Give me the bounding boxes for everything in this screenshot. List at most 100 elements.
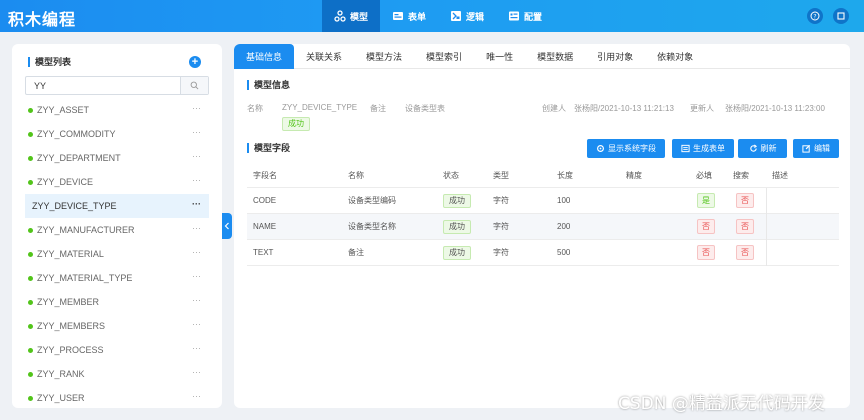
list-item[interactable]: ZYY_USER ··· [25,386,209,408]
fullscreen-icon [837,12,845,20]
logic-icon [451,11,462,21]
tab-indexes[interactable]: 模型索引 [414,44,474,69]
updater-label: 更新人 [690,104,714,113]
list-item[interactable]: ZYY_MANUFACTURER ··· [25,218,209,242]
fullscreen-button[interactable] [833,8,849,24]
more-icon[interactable]: ··· [192,344,201,353]
nav-config[interactable]: 配置 [496,0,554,32]
tab-dependencies[interactable]: 依赖对象 [645,44,705,69]
plus-icon: + [191,56,199,68]
more-icon[interactable]: ··· [192,368,201,377]
search-button[interactable] [180,77,208,94]
refresh-label: 刷新 [760,144,777,153]
more-icon[interactable]: ··· [192,296,201,305]
tab-relations[interactable]: 关联关系 [294,44,354,69]
add-model-button[interactable]: + [189,56,201,68]
cell-field: NAME [253,222,277,231]
list-item[interactable]: ZYY_COMMODITY ··· [25,122,209,146]
cell-name: 设备类型编码 [348,196,396,205]
cell-status: 成功 [443,219,471,234]
list-item[interactable]: ZYY_DEPARTMENT ··· [25,146,209,170]
status-dot [28,107,33,113]
tab-references[interactable]: 引用对象 [585,44,645,69]
col-length: 长度 [557,171,573,180]
more-icon[interactable]: ··· [192,200,201,209]
more-icon[interactable]: ··· [192,152,201,161]
list-item[interactable]: ZYY_DEVICE ··· [25,170,209,194]
list-item[interactable]: ZYY_MEMBER ··· [25,290,209,314]
list-item[interactable]: ZYY_MATERIAL_TYPE ··· [25,266,209,290]
fields-table: 字段名 名称 状态 类型 长度 精度 必填 搜索 描述 CODE 设备类型编码 … [247,164,839,266]
status-dot [28,275,33,281]
list-item-label: ZYY_MATERIAL [37,249,104,259]
status-dot [28,323,33,329]
edit-label: 编辑 [814,144,830,153]
svg-text:?: ? [813,13,816,20]
list-item[interactable]: ZYY_PROCESS ··· [25,338,209,362]
list-item[interactable]: ZYY_ASSET ··· [25,98,209,122]
creator-label: 创建人 [542,104,566,113]
nav-model[interactable]: 模型 [322,0,381,32]
table-row[interactable]: CODE 设备类型编码 成功 字符 100 是 否 [247,188,839,214]
refresh-button[interactable]: 刷新 [738,139,787,158]
more-icon[interactable]: ··· [192,248,201,257]
list-item-label: ZYY_MATERIAL_TYPE [37,273,133,283]
cell-search: 否 [736,219,754,234]
more-icon[interactable]: ··· [192,128,201,137]
table-header: 字段名 名称 状态 类型 长度 精度 必填 搜索 描述 [247,164,839,188]
status-dot [28,371,33,377]
list-item-label: ZYY_DEPARTMENT [37,153,121,163]
tab-basic-info[interactable]: 基础信息 [234,44,295,69]
list-item[interactable]: ZYY_DEVICE_TYPE ··· [25,194,209,218]
model-list-panel: 模型列表 + ZYY_ASSET ··· ZYY_COMMODITY ··· ZYY… [12,44,222,408]
cell-name: 设备类型名称 [348,222,396,231]
tab-data[interactable]: 模型数据 [525,44,585,69]
status-dot [28,299,33,305]
list-item[interactable]: ZYY_RANK ··· [25,362,209,386]
gear-icon [597,145,604,152]
list-item-label: ZYY_PROCESS [37,345,104,355]
list-item[interactable]: ZYY_MATERIAL ··· [25,242,209,266]
status-dot [28,179,33,185]
app-logo: 积木编程 [8,10,77,29]
more-icon[interactable]: ··· [192,272,201,281]
nav-model-label: 模型 [350,11,369,22]
list-item[interactable]: ZYY_MEMBERS ··· [25,314,209,338]
status-dot [28,395,33,401]
table-row[interactable]: NAME 设备类型名称 成功 字符 200 否 否 [247,214,839,240]
name-value: ZYY_DEVICE_TYPE [282,103,358,112]
list-item-label: ZYY_MANUFACTURER [37,225,135,235]
model-search-input[interactable] [26,77,180,94]
help-button[interactable]: ? [807,8,823,24]
more-icon[interactable]: ··· [192,104,201,113]
more-icon[interactable]: ··· [192,224,201,233]
remark-value: 设备类型表 [405,104,445,113]
more-icon[interactable]: ··· [192,392,201,401]
nav-form-label: 表单 [408,11,427,22]
remark-label: 备注 [370,104,386,113]
table-row[interactable]: TEXT 备注 成功 字符 500 否 否 [247,240,839,266]
col-field-name: 字段名 [253,171,277,180]
nav-config-label: 配置 [524,11,543,22]
more-icon[interactable]: ··· [192,176,201,185]
tab-uniqueness[interactable]: 唯一性 [474,44,525,69]
nav-logic[interactable]: 逻辑 [438,0,496,32]
status-dot [28,347,33,353]
cell-type: 字符 [493,222,509,231]
more-icon[interactable]: ··· [192,320,201,329]
form-icon [393,12,404,20]
model-icon [334,10,346,22]
show-system-fields-button[interactable]: 显示系统字段 [587,139,665,158]
status-badge: 成功 [282,117,310,131]
model-fields-title: 模型字段 [247,143,290,153]
chevron-left-icon [224,222,229,230]
updater-value: 张杨阳/2021-10-13 11:23:00 [725,104,825,113]
collapse-sidebar-button[interactable] [222,213,232,239]
edit-button[interactable]: 编辑 [793,139,839,158]
model-info-title: 模型信息 [247,80,290,90]
tab-methods[interactable]: 模型方法 [354,44,414,69]
nav-form[interactable]: 表单 [380,0,438,32]
generate-form-button[interactable]: 生成表单 [672,139,734,158]
cell-required: 是 [697,193,715,208]
cell-status: 成功 [443,245,471,260]
